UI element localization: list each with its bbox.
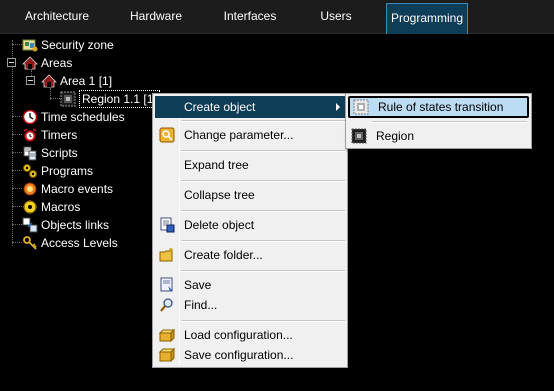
region-icon bbox=[60, 91, 76, 107]
submenu-arrow-icon bbox=[336, 103, 340, 111]
tree-item-label: Objects links bbox=[41, 217, 110, 232]
tree-item-label: Region 1.1 [1. bbox=[79, 89, 160, 108]
tree-item-label: Timers bbox=[41, 127, 78, 142]
macro-gear-icon bbox=[22, 199, 38, 215]
tree-connector bbox=[12, 44, 22, 45]
tree-item-region-1-1[interactable]: Region 1.1 [1. bbox=[60, 89, 160, 108]
menu-item-delete-object[interactable]: Delete object bbox=[155, 214, 345, 236]
tree-item-areas[interactable]: Areas bbox=[22, 54, 72, 71]
menu-separator bbox=[372, 121, 527, 123]
macro-event-icon bbox=[22, 181, 38, 197]
closed-box-icon bbox=[155, 344, 179, 366]
tree-item-label: Time schedules bbox=[41, 109, 125, 124]
menu-item-label: Create folder... bbox=[184, 248, 263, 262]
menu-item-expand-tree[interactable]: Expand tree bbox=[155, 154, 345, 176]
tree-item-security-zone[interactable]: Security zone bbox=[22, 36, 114, 53]
rule-icon bbox=[350, 96, 372, 118]
menu-item-collapse-tree[interactable]: Collapse tree bbox=[155, 184, 345, 206]
tab-interfaces[interactable]: Interfaces bbox=[204, 0, 296, 34]
tree-item-label: Macros bbox=[41, 199, 81, 214]
menu-separator bbox=[181, 210, 345, 212]
menu-item-label: Find... bbox=[184, 298, 218, 312]
save-icon bbox=[155, 274, 179, 296]
menu-item-label: Load configuration... bbox=[184, 328, 293, 342]
menu-item-label: Region bbox=[376, 129, 415, 143]
menu-item-save-configuration[interactable]: Save configuration... bbox=[155, 344, 345, 366]
menu-item-label: Collapse tree bbox=[184, 188, 255, 202]
tree-connector bbox=[12, 206, 22, 207]
menu-separator bbox=[181, 270, 345, 272]
tree-connector bbox=[12, 170, 22, 171]
tree-item-macro-events[interactable]: Macro events bbox=[22, 180, 113, 197]
collapse-areas-toggle[interactable] bbox=[7, 58, 16, 67]
key-icon bbox=[22, 235, 38, 251]
magnifier-icon bbox=[155, 294, 179, 316]
menu-item-change-parameter[interactable]: Change parameter... bbox=[155, 124, 345, 146]
tree-item-label: Security zone bbox=[41, 37, 114, 52]
tree-item-label: Areas bbox=[41, 55, 73, 70]
context-menu: Create object Change parameter... Expand… bbox=[152, 93, 348, 368]
menu-item-create-object[interactable]: Create object bbox=[155, 96, 345, 118]
trash-icon bbox=[155, 214, 179, 236]
house-icon bbox=[41, 73, 57, 89]
tree-item-area-1[interactable]: Area 1 [1] bbox=[41, 72, 112, 89]
menu-item-label: Expand tree bbox=[184, 158, 249, 172]
tree-item-access-levels[interactable]: Access Levels bbox=[22, 234, 118, 251]
tree-item-label: Macro events bbox=[41, 181, 114, 196]
link-icon bbox=[22, 217, 38, 233]
menu-item-label: Change parameter... bbox=[184, 128, 294, 142]
tree-connector bbox=[12, 224, 22, 225]
menu-separator bbox=[181, 180, 345, 182]
tree-item-label: Area 1 [1] bbox=[60, 73, 113, 88]
tab-architecture[interactable]: Architecture bbox=[8, 0, 106, 34]
collapse-area1-toggle[interactable] bbox=[26, 76, 35, 85]
region-icon bbox=[348, 125, 370, 147]
submenu-item-rule-of-states-transition[interactable]: Rule of states transition bbox=[348, 96, 529, 118]
create-object-submenu: Rule of states transition Region bbox=[345, 93, 532, 149]
menu-item-save[interactable]: Save bbox=[155, 274, 345, 296]
change-parameter-icon bbox=[155, 124, 179, 146]
menu-item-label: Save bbox=[184, 278, 212, 292]
alarm-clock-icon bbox=[22, 127, 38, 143]
tree-connector bbox=[12, 188, 22, 189]
new-folder-icon bbox=[155, 244, 179, 266]
tree-connector bbox=[12, 242, 22, 243]
scripts-icon bbox=[22, 145, 38, 161]
menu-separator bbox=[181, 150, 345, 152]
tree-item-programs[interactable]: Programs bbox=[22, 162, 93, 179]
tree-connector bbox=[12, 116, 22, 117]
menu-item-find[interactable]: Find... bbox=[155, 294, 345, 316]
house-icon bbox=[22, 55, 38, 71]
open-box-icon bbox=[155, 324, 179, 346]
menu-item-label: Save configuration... bbox=[184, 348, 294, 362]
clock-icon bbox=[22, 109, 38, 125]
menu-separator bbox=[181, 320, 345, 322]
tab-bar: Architecture Hardware Interfaces Users P… bbox=[0, 0, 554, 34]
menu-separator bbox=[181, 120, 345, 122]
tree-item-label: Scripts bbox=[41, 145, 78, 160]
tree-item-label: Programs bbox=[41, 163, 94, 178]
tree-connector bbox=[12, 134, 22, 135]
security-zone-icon bbox=[22, 37, 38, 53]
menu-separator bbox=[181, 240, 345, 242]
menu-item-label: Rule of states transition bbox=[378, 100, 504, 114]
tree-item-time-schedules[interactable]: Time schedules bbox=[22, 108, 125, 125]
gears-icon bbox=[22, 163, 38, 179]
menu-item-load-configuration[interactable]: Load configuration... bbox=[155, 324, 345, 346]
tab-programming[interactable]: Programming bbox=[386, 3, 468, 34]
tab-users[interactable]: Users bbox=[296, 0, 376, 34]
tree-connector bbox=[12, 152, 22, 153]
tree-item-objects-links[interactable]: Objects links bbox=[22, 216, 109, 233]
tree-item-macros[interactable]: Macros bbox=[22, 198, 80, 215]
tree-item-timers[interactable]: Timers bbox=[22, 126, 77, 143]
tree-connector bbox=[50, 98, 60, 99]
menu-item-label: Create object bbox=[184, 100, 256, 114]
tree-connector bbox=[12, 40, 13, 246]
submenu-item-region[interactable]: Region bbox=[348, 125, 529, 147]
tree-item-label: Access Levels bbox=[41, 235, 118, 250]
menu-item-create-folder[interactable]: Create folder... bbox=[155, 244, 345, 266]
tab-hardware[interactable]: Hardware bbox=[110, 0, 202, 34]
menu-item-label: Delete object bbox=[184, 218, 255, 232]
tree-item-scripts[interactable]: Scripts bbox=[22, 144, 78, 161]
